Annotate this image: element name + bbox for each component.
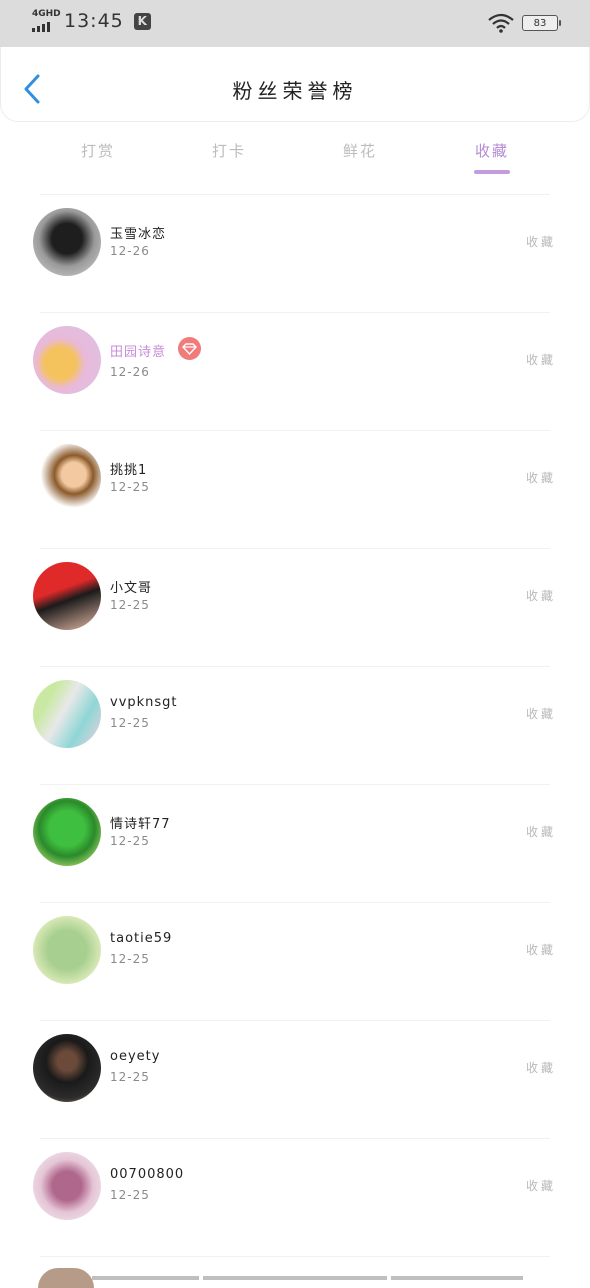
signal-icon: 4GHD: [32, 9, 61, 32]
app-notification-icon: K: [133, 12, 151, 30]
tab-checkin[interactable]: 打卡: [189, 140, 269, 161]
wifi-icon: [488, 13, 514, 33]
avatar[interactable]: [33, 916, 101, 984]
fan-date: 12-25: [110, 1070, 150, 1084]
page-header: 粉丝荣誉榜: [0, 47, 590, 122]
fan-action: 收藏: [525, 353, 556, 367]
avatar[interactable]: [33, 1034, 101, 1102]
fan-name: taotie59: [110, 931, 173, 946]
bottom-edge: [0, 1266, 590, 1280]
avatar[interactable]: [33, 1152, 101, 1220]
tab-flowers[interactable]: 鲜花: [320, 140, 400, 161]
avatar[interactable]: [33, 680, 101, 748]
fan-date: 12-25: [110, 716, 150, 730]
fan-name: 情诗轩77: [110, 817, 171, 832]
battery-icon: 83: [522, 15, 561, 31]
fan-name: 挑挑1: [110, 463, 148, 478]
fan-name: 小文哥: [110, 581, 153, 596]
battery-level: 83: [533, 17, 547, 29]
fan-name: 玉雪冰恋: [110, 227, 167, 242]
fan-date: 12-25: [110, 480, 150, 494]
list-item[interactable]: 情诗轩77 12-25 收藏: [0, 785, 590, 903]
list-item[interactable]: vvpknsgt 12-25 收藏: [0, 667, 590, 785]
fan-name: 田园诗意: [110, 345, 167, 360]
avatar[interactable]: [33, 444, 101, 512]
tab-favorites[interactable]: 收藏: [452, 140, 532, 161]
fan-action: 收藏: [525, 589, 556, 603]
fan-date: 12-25: [110, 1188, 150, 1202]
fan-name: oeyety: [110, 1049, 161, 1064]
fan-date: 12-25: [110, 834, 150, 848]
fan-action: 收藏: [525, 235, 556, 249]
diamond-icon: [178, 337, 201, 360]
page-title: 粉丝荣誉榜: [232, 79, 358, 103]
fan-action: 收藏: [525, 1179, 556, 1193]
list-item[interactable]: 田园诗意 12-26 收藏: [0, 313, 590, 431]
avatar[interactable]: [33, 562, 101, 630]
network-type: 4GHD: [32, 9, 61, 19]
fan-action: 收藏: [525, 943, 556, 957]
list-item[interactable]: 玉雪冰恋 12-26 收藏: [0, 195, 590, 313]
avatar[interactable]: [33, 208, 101, 276]
fan-date: 12-26: [110, 244, 150, 258]
fan-date: 12-26: [110, 365, 150, 379]
avatar[interactable]: [33, 326, 101, 394]
list-item[interactable]: taotie59 12-25 收藏: [0, 903, 590, 1021]
tab-reward[interactable]: 打赏: [58, 140, 138, 161]
list-item[interactable]: 挑挑1 12-25 收藏: [0, 431, 590, 549]
fan-action: 收藏: [525, 471, 556, 485]
status-bar: 4GHD 13:45 K 83: [0, 0, 590, 47]
fan-action: 收藏: [525, 825, 556, 839]
active-tab-indicator: [474, 170, 510, 174]
fan-action: 收藏: [525, 1061, 556, 1075]
list-item[interactable]: 00700800 12-25 收藏: [0, 1139, 590, 1257]
fan-name: vvpknsgt: [110, 695, 178, 710]
fan-date: 12-25: [110, 952, 150, 966]
list-item[interactable]: 小文哥 12-25 收藏: [0, 549, 590, 667]
list-item[interactable]: oeyety 12-25 收藏: [0, 1021, 590, 1139]
fan-name: 00700800: [110, 1167, 185, 1182]
fan-date: 12-25: [110, 598, 150, 612]
fan-action: 收藏: [525, 707, 556, 721]
status-time: 13:45: [64, 10, 124, 32]
avatar[interactable]: [33, 798, 101, 866]
